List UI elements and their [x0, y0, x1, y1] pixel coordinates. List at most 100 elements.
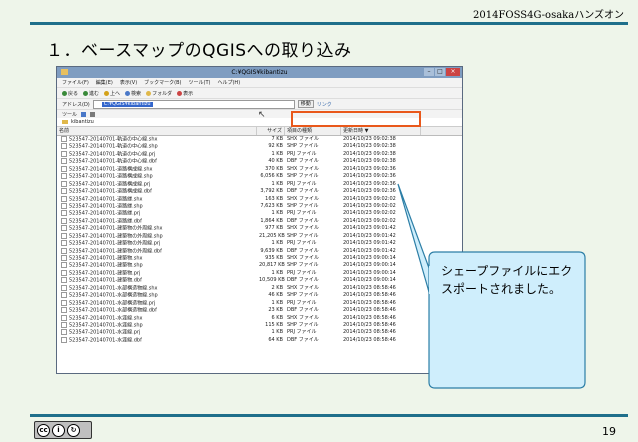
- links-button[interactable]: リンク: [317, 101, 332, 108]
- up-button[interactable]: 上へ: [104, 90, 120, 97]
- file-row[interactable]: 523547-20140701-道路縁.prj 1 KB PRJ ファイル 2014/…: [57, 210, 462, 217]
- file-row[interactable]: 523547-20140701-建築物.shx 935 KB SHX ファイル 201…: [57, 255, 462, 262]
- file-row[interactable]: 523547-20140701-水部構造物線.shx 2 KB SHX ファイル 20…: [57, 284, 462, 292]
- file-row[interactable]: 523547-20140701-水部構造物線.dbf 23 KB DBF ファイル 2…: [57, 307, 462, 314]
- page-number: 19: [602, 425, 616, 438]
- file-row[interactable]: 523547-20140701-建築物.shp 20,817 KB SHP ファイル…: [57, 262, 462, 269]
- file-row[interactable]: 523547-20140701-水部構造物線.shp 46 KB SHP ファイル 2…: [57, 292, 462, 299]
- view-button[interactable]: 表示: [177, 90, 193, 97]
- address-input[interactable]: C:¥QGIS¥kibantizu: [92, 99, 295, 109]
- menu-edit[interactable]: 編集(E): [96, 79, 113, 86]
- search-button[interactable]: 検索: [125, 90, 141, 97]
- file-type: SHX ファイル: [287, 314, 319, 321]
- column-header-size[interactable]: サイズ: [257, 127, 285, 135]
- file-size: 2 KB: [271, 284, 283, 291]
- column-header-type[interactable]: 項目の種類: [285, 127, 341, 135]
- file-date: 2014/10/23 09:02:02: [343, 202, 396, 209]
- file-type: PRJ ファイル: [287, 269, 317, 276]
- file-icon: [61, 336, 67, 343]
- file-date: 2014/10/23 08:58:46: [343, 329, 396, 336]
- file-row[interactable]: 523547-20140701-軌道の中心線.shx 7 KB SHX ファイル 20…: [57, 136, 462, 143]
- file-type: SHP ファイル: [287, 262, 319, 269]
- file-type: SHP ファイル: [287, 292, 319, 299]
- file-date: 2014/10/23 08:58:46: [343, 284, 396, 291]
- toolbar-icon[interactable]: [90, 111, 96, 117]
- file-row[interactable]: 523547-20140701-道路縁.shx 163 KB SHX ファイル 201…: [57, 195, 462, 203]
- file-row[interactable]: 523547-20140701-水涯線.shx 6 KB SHX ファイル 2014/…: [57, 314, 462, 322]
- file-size: 935 KB: [265, 255, 283, 261]
- file-date: 2014/10/23 09:02:36: [343, 165, 396, 172]
- menu-file[interactable]: ファイル(F): [62, 79, 89, 86]
- file-icon: [61, 240, 67, 247]
- file-type: SHP ファイル: [287, 321, 319, 328]
- menu-bar: ファイル(F) 編集(E) 表示(V) ブックマーク(B) ツール(T) ヘルプ…: [57, 78, 462, 88]
- file-date: 2014/10/23 09:02:38: [343, 136, 396, 142]
- file-name: 523547-20140701-水涯線.prj: [57, 329, 257, 336]
- file-row[interactable]: 523547-20140701-道路構成線.dbf 3,792 KB DBF ファイ…: [57, 188, 462, 195]
- file-icon: [61, 217, 67, 224]
- close-button[interactable]: ×: [446, 68, 460, 76]
- file-type: DBF ファイル: [287, 158, 319, 165]
- menu-tools[interactable]: ツール(T): [189, 79, 211, 86]
- file-row[interactable]: 523547-20140701-道路構成線.shp 6,056 KB SHP ファイ…: [57, 173, 462, 180]
- file-row[interactable]: 523547-20140701-水涯線.shp 115 KB SHP ファイル 201…: [57, 321, 462, 329]
- mouse-cursor-icon: ↖: [258, 110, 266, 120]
- folder-icon: [62, 120, 68, 124]
- file-icon: [61, 150, 67, 157]
- file-type: SHP ファイル: [287, 232, 319, 239]
- menu-bookmarks[interactable]: ブックマーク(B): [144, 79, 181, 86]
- file-row[interactable]: 523547-20140701-水涯線.prj 1 KB PRJ ファイル 2014/…: [57, 329, 462, 336]
- file-row[interactable]: 523547-20140701-道路構成線.prj 1 KB PRJ ファイル 201…: [57, 180, 462, 188]
- column-header-name[interactable]: 名前: [57, 127, 257, 135]
- file-name: 523547-20140701-道路縁.shp: [57, 202, 257, 210]
- file-date: 2014/10/23 08:58:46: [343, 307, 396, 314]
- file-icon: [61, 210, 67, 217]
- folder-icon: [61, 69, 68, 75]
- file-date: 2014/10/23 09:02:38: [343, 158, 396, 165]
- go-button[interactable]: 移動: [297, 100, 314, 108]
- tools-label[interactable]: ツール: [62, 111, 77, 118]
- file-name: 523547-20140701-建築物の外周線.dbf: [57, 247, 257, 255]
- file-row[interactable]: 523547-20140701-建築物の外周線.shp 21,205 KB SHP …: [57, 232, 462, 240]
- file-row[interactable]: 523547-20140701-道路構成線.shx 370 KB SHX ファイル 2…: [57, 165, 462, 173]
- file-type: DBF ファイル: [287, 188, 319, 195]
- file-date: 2014/10/23 08:58:46: [343, 292, 396, 299]
- file-row[interactable]: 523547-20140701-建築物の外周線.prj 1 KB PRJ ファイル 2…: [57, 240, 462, 247]
- menu-help[interactable]: ヘルプ(H): [217, 79, 240, 86]
- maximize-button[interactable]: □: [435, 68, 445, 76]
- tree-folder-label[interactable]: kibantizu: [71, 119, 94, 125]
- file-row[interactable]: 523547-20140701-建築物.prj 1 KB PRJ ファイル 2014/…: [57, 269, 462, 277]
- back-button[interactable]: 戻る: [62, 90, 78, 97]
- file-icon: [61, 143, 67, 150]
- file-size: 115 KB: [265, 321, 283, 328]
- minimize-button[interactable]: –: [424, 68, 434, 76]
- file-row[interactable]: 523547-20140701-道路縁.shp 7,623 KB SHP ファイル 2…: [57, 202, 462, 210]
- file-date: 2014/10/23 09:01:42: [343, 232, 396, 239]
- file-name: 523547-20140701-道路縁.prj: [57, 210, 257, 217]
- file-row[interactable]: 523547-20140701-軌道の中心線.dbf 40 KB DBF ファイル 2…: [57, 158, 462, 165]
- file-size: 1 KB: [271, 180, 283, 187]
- file-row[interactable]: 523547-20140701-建築物の外周線.dbf 9,639 KB DBF フ…: [57, 247, 462, 255]
- file-date: 2014/10/23 09:01:42: [343, 240, 396, 247]
- window-titlebar[interactable]: C:¥QGIS¥kibantizu – □ ×: [57, 67, 462, 78]
- file-name: 523547-20140701-水涯線.dbf: [57, 336, 257, 344]
- file-size: 46 KB: [268, 292, 283, 299]
- file-row[interactable]: 523547-20140701-水部構造物線.prj 1 KB PRJ ファイル 20…: [57, 299, 462, 307]
- file-icon: [61, 165, 67, 172]
- column-header-date[interactable]: 更新日時 ▼: [341, 127, 421, 135]
- file-row[interactable]: 523547-20140701-軌道の中心線.shp 92 KB SHP ファイル 2…: [57, 143, 462, 150]
- forward-button[interactable]: 進む: [83, 90, 99, 97]
- folders-button[interactable]: フォルダ: [146, 90, 172, 97]
- file-row[interactable]: 523547-20140701-道路縁.dbf 1,864 KB DBF ファイル 2…: [57, 217, 462, 225]
- menu-view[interactable]: 表示(V): [120, 79, 137, 86]
- toolbar-icon[interactable]: [81, 111, 87, 117]
- file-type: SHX ファイル: [287, 284, 319, 291]
- file-name: 523547-20140701-水部構造物線.shp: [57, 292, 257, 299]
- file-row[interactable]: 523547-20140701-建築物.dbf 10,509 KB DBF ファイル…: [57, 277, 462, 284]
- file-type: DBF ファイル: [287, 336, 319, 343]
- file-row[interactable]: 523547-20140701-水涯線.dbf 64 KB DBF ファイル 2014…: [57, 336, 462, 344]
- file-row[interactable]: 523547-20140701-軌道の中心線.prj 1 KB PRJ ファイル 20…: [57, 150, 462, 158]
- file-name: 523547-20140701-道路構成線.shx: [57, 165, 257, 173]
- slide-title: １．ベースマップのQGISへの取り込み: [46, 41, 352, 61]
- file-row[interactable]: 523547-20140701-建築物の外周線.shx 977 KB SHX ファイ…: [57, 225, 462, 232]
